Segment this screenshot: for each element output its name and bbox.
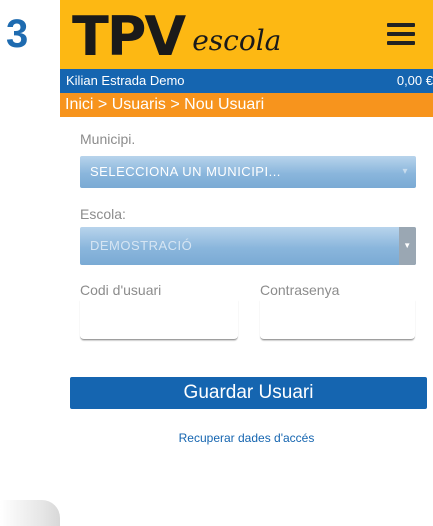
- user-name: Kilian Estrada Demo: [66, 73, 185, 88]
- user-code-label: Codi d'usuari: [80, 282, 162, 298]
- password-label: Contrasenya: [260, 282, 340, 298]
- app-logo[interactable]: TPV escola: [72, 4, 281, 66]
- logo-main-text: TPV: [72, 5, 186, 68]
- municipi-select[interactable]: SELECCIONA UN MUNICIPI... ▾: [80, 156, 416, 188]
- breadcrumb[interactable]: Inici > Usuaris > Nou Usuari: [60, 93, 433, 117]
- user-bar: Kilian Estrada Demo 0,00 €: [60, 69, 433, 93]
- app-screen: TPV escola Kilian Estrada Demo 0,00 € In…: [60, 0, 433, 526]
- recover-access-link[interactable]: Recuperar dades d'accés: [60, 431, 433, 445]
- logo-sub-text: escola: [192, 24, 282, 57]
- password-input[interactable]: [260, 300, 415, 340]
- chevron-down-icon: ▼: [399, 227, 416, 265]
- background-shadow: [0, 500, 60, 526]
- municipi-select-value: SELECCIONA UN MUNICIPI...: [90, 164, 281, 179]
- municipi-label: Municipi.: [80, 131, 136, 147]
- escola-label: Escola:: [80, 206, 126, 222]
- escola-select-value: DEMOSTRACIÓ: [90, 238, 193, 253]
- hamburger-menu-icon[interactable]: [384, 20, 418, 50]
- app-header: TPV escola: [60, 0, 433, 69]
- user-code-input[interactable]: [80, 300, 238, 340]
- account-balance: 0,00 €: [396, 73, 433, 88]
- escola-select[interactable]: DEMOSTRACIÓ ▼: [80, 227, 416, 265]
- step-number: 3: [6, 12, 29, 56]
- save-user-button[interactable]: Guardar Usuari: [70, 377, 427, 409]
- chevron-down-icon: ▾: [402, 166, 408, 177]
